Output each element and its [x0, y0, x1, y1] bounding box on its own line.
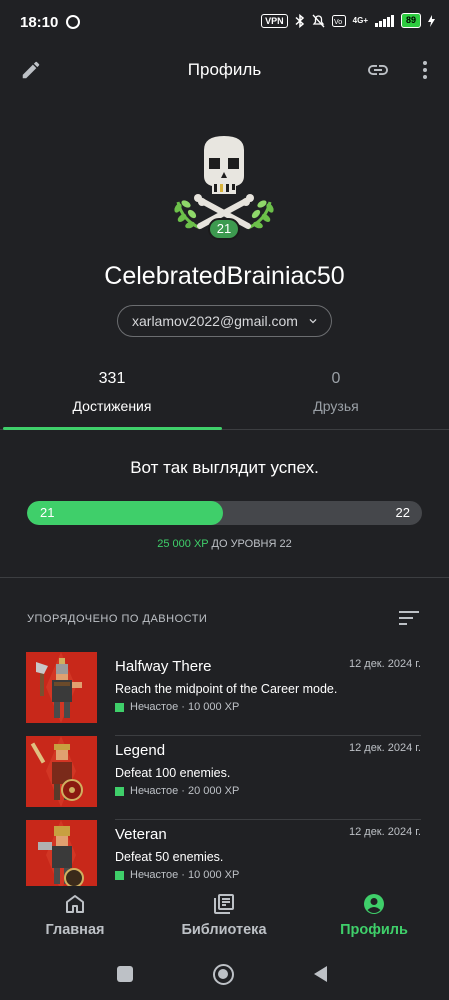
- bluetooth-icon: [295, 13, 304, 28]
- warrior-axe-icon: [36, 652, 82, 723]
- email-label: xarlamov2022@gmail.com: [132, 313, 298, 329]
- level-progress-fill: [27, 501, 223, 525]
- current-level-label: 21: [40, 505, 55, 520]
- nav-home-label: Главная: [45, 922, 105, 938]
- achievements-count: 331: [98, 370, 126, 387]
- volte-icon: Vo: [331, 14, 346, 27]
- nav-library[interactable]: Библиотека: [170, 886, 278, 950]
- rarity-indicator-icon: [115, 786, 124, 796]
- charging-icon: [428, 14, 435, 27]
- achievement-image: [26, 820, 97, 891]
- home-dot-icon: [218, 969, 228, 979]
- achievement-image: [26, 736, 97, 807]
- tab-friends[interactable]: 0 Друзья: [224, 360, 448, 430]
- warrior-veteran-icon: [38, 820, 84, 891]
- account-icon: [364, 894, 384, 914]
- sort-icon: [399, 611, 419, 625]
- xp-amount: 25 000 XP: [157, 538, 209, 550]
- xp-suffix: ДО УРОВНЯ 22: [208, 538, 292, 550]
- achievement-image: [26, 652, 97, 723]
- achievement-title: Halfway There: [115, 658, 212, 675]
- achievement-date: 12 дек. 2024 г.: [348, 742, 421, 754]
- more-vert-icon: [423, 61, 427, 79]
- profile-tabs: 331 Достижения 0 Друзья: [0, 360, 449, 430]
- achievement-rarity-xp: Нечастое · 20 000 XP: [130, 785, 240, 797]
- vpn-badge: VPN: [261, 13, 288, 28]
- rarity-indicator-icon: [115, 870, 124, 880]
- tab-achievements[interactable]: 331 Достижения: [0, 360, 224, 430]
- signal-icon: [374, 14, 394, 27]
- achievement-date: 12 дек. 2024 г.: [348, 658, 421, 670]
- nav-home[interactable]: Главная: [30, 886, 120, 950]
- edit-icon: [22, 61, 40, 79]
- link-icon: [368, 65, 388, 75]
- record-icon: [66, 15, 81, 29]
- edit-button[interactable]: [15, 54, 47, 86]
- achievement-meta: Нечастое · 10 000 XP: [115, 869, 239, 881]
- home-icon: [66, 895, 84, 913]
- battery-icon: 89: [400, 13, 421, 28]
- recents-button[interactable]: [117, 966, 133, 982]
- mute-icon: [312, 14, 325, 27]
- bottom-navigation: Главная Библиотека Профиль: [0, 886, 449, 950]
- achievement-rarity-xp: Нечастое · 10 000 XP: [130, 701, 240, 713]
- achievement-item[interactable]: Halfway There 12 дек. 2024 г. Reach the …: [0, 652, 449, 736]
- top-app-bar: Профиль: [0, 46, 449, 94]
- achievement-meta: Нечастое · 20 000 XP: [115, 785, 239, 797]
- status-bar: 18:10 VPN Vo 4G+ 89: [0, 0, 449, 44]
- rarity-indicator-icon: [115, 702, 124, 712]
- friends-count: 0: [331, 370, 341, 387]
- sort-label: УПОРЯДОЧЕНО ПО ДАВНОСТИ: [27, 613, 208, 625]
- achievement-description: Reach the midpoint of the Career mode.: [115, 682, 338, 696]
- section-divider: [0, 577, 449, 578]
- nav-profile-label: Профиль: [340, 922, 408, 938]
- back-button[interactable]: [312, 965, 328, 983]
- sort-button[interactable]: [396, 606, 422, 630]
- achievement-title: Veteran: [115, 826, 167, 843]
- library-icon: [214, 894, 234, 914]
- system-navigation-bar: [0, 950, 449, 1000]
- svg-text:Vo: Vo: [334, 19, 342, 26]
- nav-profile[interactable]: Профиль: [330, 886, 418, 950]
- level-badge: 21: [208, 218, 240, 240]
- achievement-description: Defeat 100 enemies.: [115, 766, 231, 780]
- achievement-item[interactable]: Legend 12 дек. 2024 г. Defeat 100 enemie…: [0, 736, 449, 820]
- achievement-title: Legend: [115, 742, 166, 759]
- status-time: 18:10: [20, 13, 59, 31]
- status-icons: VPN Vo 4G+ 89: [261, 13, 435, 28]
- tab-friends-label: Друзья: [313, 398, 359, 414]
- warrior-sword-shield-icon: [30, 736, 83, 807]
- more-options-button[interactable]: [409, 54, 441, 86]
- tab-achievements-label: Достижения: [72, 398, 152, 414]
- achievement-rarity-xp: Нечастое · 10 000 XP: [130, 869, 240, 881]
- achievement-meta: Нечастое · 10 000 XP: [115, 701, 239, 713]
- active-tab-indicator: [3, 427, 222, 430]
- nav-library-label: Библиотека: [181, 922, 267, 938]
- level-progress-bar: 21 22: [27, 501, 422, 525]
- xp-remaining: 25 000 XP ДО УРОВНЯ 22: [0, 538, 449, 550]
- chevron-down-icon: [309, 319, 317, 324]
- progress-headline: Вот так выглядит успех.: [130, 458, 319, 477]
- link-button[interactable]: [362, 54, 394, 86]
- username: CelebratedBrainiac50: [104, 262, 345, 290]
- network-type: 4G+: [352, 16, 368, 25]
- next-level-label: 22: [395, 505, 410, 520]
- achievement-date: 12 дек. 2024 г.: [348, 826, 421, 838]
- achievement-description: Defeat 50 enemies.: [115, 850, 224, 864]
- account-selector[interactable]: xarlamov2022@gmail.com: [117, 305, 332, 337]
- home-system-button[interactable]: [213, 964, 234, 985]
